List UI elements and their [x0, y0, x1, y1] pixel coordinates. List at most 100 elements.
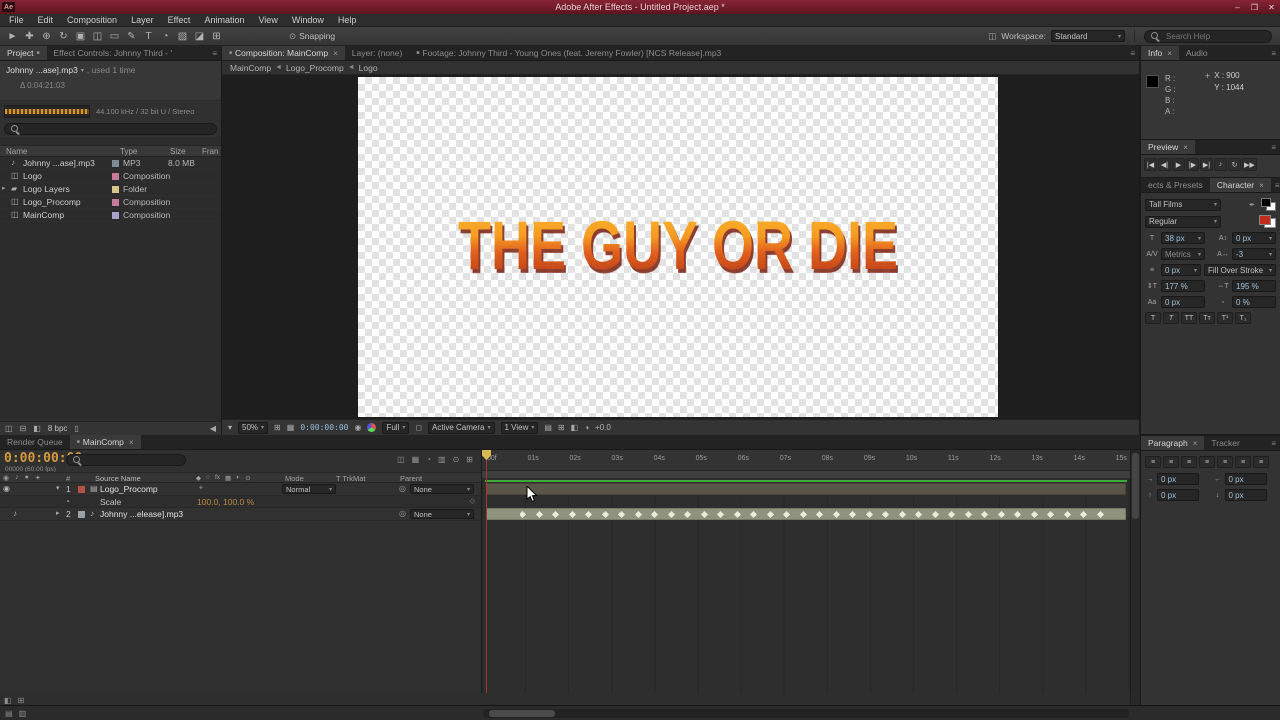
chevron-down-icon[interactable]: ▾	[228, 423, 232, 432]
draft-3d-icon[interactable]: ▦	[412, 455, 420, 464]
rulers-icon[interactable]: ▦	[287, 423, 295, 432]
keyframe-icon[interactable]	[766, 510, 774, 518]
bit-depth-button[interactable]: 8 bpc	[48, 424, 68, 433]
parent-select[interactable]: None ▾	[410, 484, 474, 494]
eyedropper-icon[interactable]: ✒	[1245, 201, 1259, 209]
breadcrumb-item[interactable]: ◄ Logo_Procomp	[275, 63, 344, 73]
parent-select[interactable]: None ▾	[410, 509, 474, 519]
panel-menu-icon[interactable]: ≡	[1267, 46, 1280, 60]
twirl-icon[interactable]: ▾	[56, 484, 60, 492]
fast-previews-icon[interactable]: ⊞	[558, 423, 565, 432]
timeline-button-icon[interactable]: ◧	[571, 423, 579, 432]
tab-project[interactable]: Project ■	[0, 46, 47, 60]
property-value[interactable]: 100.0, 100.0 %	[197, 497, 254, 507]
new-folder-icon[interactable]: ⊟	[20, 424, 27, 433]
chevron-down-icon[interactable]: ▾	[81, 67, 84, 74]
keyframe-icon[interactable]	[931, 510, 939, 518]
project-search-input[interactable]	[24, 123, 210, 135]
superscript-button[interactable]: T¹	[1217, 312, 1233, 324]
magnification-select[interactable]: 50% ▾	[238, 421, 269, 434]
vertical-scale-field[interactable]: 177 %	[1161, 280, 1205, 292]
motion-blur-icon[interactable]: ⊙	[453, 455, 460, 464]
toggle-panel-a-icon[interactable]: ▤	[5, 709, 13, 718]
first-frame-button[interactable]: |◀	[1144, 158, 1157, 171]
stroke-width-field[interactable]: 0 px ▾	[1161, 264, 1201, 276]
keyframe-icon[interactable]	[848, 510, 857, 518]
keyframe-icon[interactable]	[584, 510, 593, 518]
breadcrumb-item[interactable]: ◄ MainComp	[230, 63, 271, 73]
ram-preview-button[interactable]: ▶▶	[1242, 158, 1257, 171]
keyframe-icon[interactable]	[667, 510, 675, 518]
composition-canvas[interactable]: THE GUY OR DIE	[358, 77, 998, 417]
scrollbar-thumb[interactable]	[1132, 453, 1139, 519]
align-left-button[interactable]: ≡	[1145, 456, 1161, 468]
hand-tool-icon[interactable]: ✚	[21, 31, 38, 42]
tab-render-queue[interactable]: Render Queue	[0, 435, 70, 449]
keyframe-icon[interactable]	[865, 510, 873, 518]
twirl-icon[interactable]: ▸	[56, 509, 60, 517]
grid-icon[interactable]: ⊞	[274, 423, 281, 432]
menu-item[interactable]: File	[2, 15, 31, 25]
tracking-field[interactable]: -3 ▾	[1232, 248, 1276, 260]
keyframe-icon[interactable]	[1046, 510, 1055, 518]
label-color-chip[interactable]	[112, 212, 119, 219]
scroll-left-icon[interactable]: ◀	[210, 424, 216, 433]
puppet-pin-tool-icon[interactable]: ⊞	[208, 31, 225, 42]
snapshot-icon[interactable]: ◉	[354, 423, 361, 432]
MainComp[interactable]: ◫ MainComp Composition	[0, 209, 221, 222]
keyframe-icon[interactable]	[1030, 510, 1038, 518]
region-of-interest-icon[interactable]: ◻	[415, 423, 422, 432]
audio-toggle-button[interactable]: ♪	[1214, 158, 1227, 171]
faux-italic-button[interactable]: T	[1163, 312, 1179, 324]
label-color-chip[interactable]	[112, 160, 119, 167]
tab-preview[interactable]: Preview ×	[1141, 140, 1195, 154]
close-button[interactable]: ✕	[1263, 3, 1280, 12]
keyframe-icon[interactable]	[947, 510, 956, 518]
play-button[interactable]: ▶	[1172, 158, 1185, 171]
layer-row-2[interactable]: ♪ ▸ 2 ♪ Johnny ...elease].mp3 ◎ None ▾	[0, 508, 481, 521]
small-caps-button[interactable]: Tᴛ	[1199, 312, 1215, 324]
keyframe-nav-icon[interactable]: ◇	[470, 497, 475, 505]
layer-name[interactable]: Johnny ...elease].mp3	[100, 509, 183, 519]
horizontal-scale-field[interactable]: 195 %	[1232, 280, 1276, 292]
keyframe-icon[interactable]	[716, 510, 725, 518]
Johnny ...ase].mp3[interactable]: ♪ Johnny ...ase].mp3 MP3 8.0 MB	[0, 157, 221, 170]
audio-duration-bar[interactable]	[486, 508, 1126, 520]
tab-effects-presets[interactable]: ects & Presets	[1141, 178, 1210, 192]
brush-tool-icon[interactable]: ◔	[157, 31, 174, 42]
keyframe-icon[interactable]	[815, 510, 824, 518]
panel-menu-icon[interactable]: ≡	[1271, 178, 1280, 192]
keyframe-icon[interactable]	[535, 510, 543, 518]
pen-tool-icon[interactable]: ✎	[123, 31, 140, 42]
loop-button[interactable]: ↻	[1228, 158, 1241, 171]
tsume-field[interactable]: 0 %	[1232, 296, 1276, 308]
layer-color-chip[interactable]	[78, 486, 85, 493]
space-before-field[interactable]: ↑ 0 px	[1145, 489, 1209, 501]
keyframe-icon[interactable]	[568, 510, 576, 518]
tab-footage[interactable]: ■ Footage: Johnny Third - Young Ones (fe…	[409, 46, 728, 60]
keyframe-icon[interactable]	[1079, 510, 1088, 518]
keyframe-icon[interactable]	[881, 510, 890, 518]
eraser-tool-icon[interactable]: ◪	[191, 31, 208, 42]
keyframe-icon[interactable]	[617, 510, 626, 518]
black-white-swatch[interactable]	[1261, 198, 1276, 211]
new-composition-icon[interactable]: ◧	[33, 424, 41, 433]
keyframe-icon[interactable]	[650, 510, 659, 518]
kerning-field[interactable]: Metrics ▾	[1161, 248, 1205, 260]
trash-icon[interactable]: ▯	[74, 424, 78, 433]
timeline-vertical-scrollbar[interactable]	[1130, 450, 1140, 705]
label-color-chip[interactable]	[112, 173, 119, 180]
keyframe-icon[interactable]	[634, 510, 642, 518]
expand-in-out-icon[interactable]: ⊞	[18, 696, 25, 705]
tab-close-icon[interactable]: ×	[1259, 181, 1264, 190]
menu-item[interactable]: View	[251, 15, 284, 25]
keyframe-icon[interactable]	[733, 510, 741, 518]
keyframe-icon[interactable]	[551, 510, 560, 518]
pan-behind-tool-icon[interactable]: ◫	[89, 31, 106, 42]
keyframe-icon[interactable]	[1096, 510, 1104, 518]
toggle-panel-b-icon[interactable]: ▥	[19, 709, 27, 718]
help-search[interactable]	[1144, 29, 1272, 43]
blend-mode-select[interactable]: Normal ▾	[282, 484, 336, 494]
tab-layer[interactable]: Layer: (none)	[345, 46, 410, 60]
exposure-icon[interactable]: ◑	[584, 423, 589, 432]
